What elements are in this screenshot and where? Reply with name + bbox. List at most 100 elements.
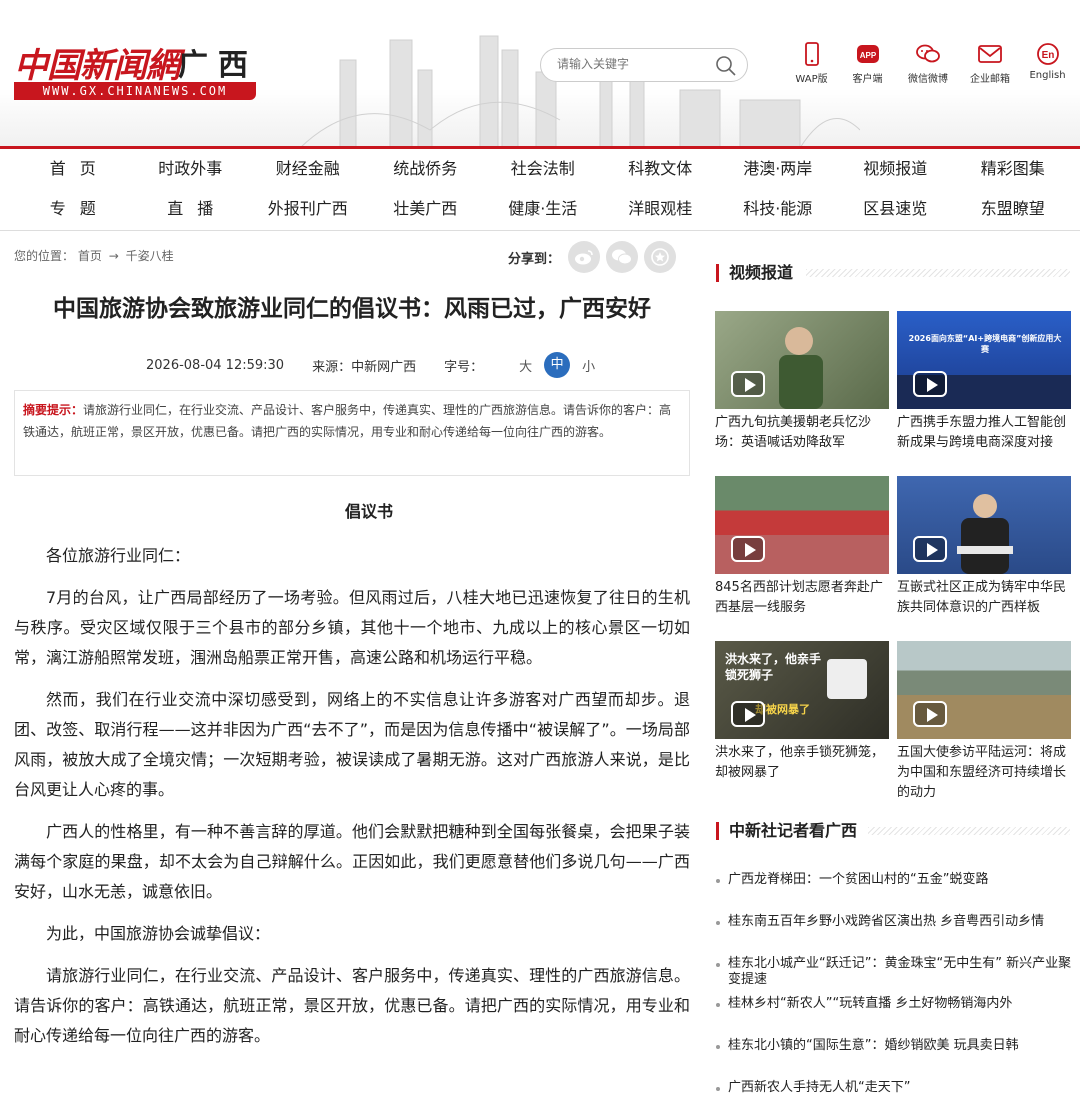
thumbnail-text: 2026面向东盟“AI+跨境电商”创新应用大赛 (908, 334, 1062, 354)
search-input[interactable] (557, 57, 717, 71)
video-thumbnail[interactable] (897, 476, 1071, 574)
wechat-icon (916, 44, 940, 63)
nav-item[interactable]: 财经金融 (249, 157, 367, 181)
video-thumbnail[interactable] (715, 476, 889, 574)
play-icon (731, 701, 765, 727)
wechat-weibo-label: 微信微博 (908, 74, 948, 85)
article-meta: 2026-08-04 12:59:30 来源：中新网广西 字号： 大 中 小 (146, 352, 603, 378)
article-paragraph: 请旅游行业同仁，在行业交流、产品设计、客户服务中，传递真实、理性的广西旅游信息。… (14, 966, 690, 1045)
city-skyline-illustration (300, 35, 860, 148)
nav-item[interactable]: 健康·生活 (484, 197, 602, 221)
nav-item[interactable]: 壮美广西 (367, 197, 485, 221)
nav-row-1: 首页 时政外事 财经金融 统战侨务 社会法制 科教文体 港澳·两岸 视频报道 精… (14, 157, 1074, 181)
video-caption[interactable]: 洪水来了，他亲手锁死狮笼，却被网暴了 (715, 743, 889, 783)
font-size-large-button[interactable]: 大 (519, 356, 532, 375)
video-card[interactable]: 洪水来了，他亲手锁死狮子 却被网暴了 洪水来了，他亲手锁死狮笼，却被网暴了 (715, 641, 889, 783)
svg-text:En: En (1041, 50, 1054, 61)
video-card[interactable]: 广西九旬抗美援朝老兵忆沙场：英语喊话劝降敌军 (715, 311, 889, 453)
weibo-share-button[interactable] (568, 241, 601, 273)
wap-link[interactable]: WAP版 (786, 42, 837, 85)
summary-label: 摘要提示： (23, 403, 84, 417)
list-item[interactable]: 桂林乡村“新农人”“玩转直播 乡土好物畅销海内外 (716, 996, 1076, 1012)
wap-label: WAP版 (795, 74, 828, 85)
font-size-small-button[interactable]: 小 (582, 356, 595, 375)
site-logo[interactable]: 中国新闻網 (14, 38, 180, 87)
nav-item[interactable]: 东盟瞭望 (954, 197, 1072, 221)
video-caption[interactable]: 互嵌式社区正成为铸牢中华民族共同体意识的广西样板 (897, 578, 1071, 618)
article-subheading: 倡议书 (344, 502, 393, 521)
list-item[interactable]: 桂东北小镇的“国际生意”：婚纱销欧美 玩具卖日韩 (716, 1038, 1076, 1054)
video-thumbnail[interactable] (715, 311, 889, 409)
reporter-news-list: 广西龙脊梯田：一个贫困山村的“五金”蜕变路 桂东南五百年乡野小戏跨省区演出热 乡… (716, 872, 1076, 1096)
nav-item[interactable]: 科技·能源 (719, 197, 837, 221)
play-icon (731, 536, 765, 562)
favorite-share-button[interactable] (644, 241, 677, 273)
nav-item[interactable]: 直播 (132, 197, 250, 221)
wechat-icon (612, 249, 633, 265)
article-paragraph: 为此，中国旅游协会诚挚倡议： (46, 924, 271, 943)
video-section-title[interactable]: 视频报道 (716, 264, 793, 282)
search-box (540, 48, 748, 82)
video-card[interactable]: 845名西部计划志愿者奔赴广西基层一线服务 (715, 476, 889, 618)
thumbnail-text: 洪水来了，他亲手锁死狮子 (725, 652, 822, 682)
play-icon (913, 701, 947, 727)
site-header: 中国新闻網 广西 WWW.GX.CHINANEWS.COM WAP版 APP 客… (0, 0, 1080, 148)
summary-text: 请旅游行业同仁，在行业交流、产品设计、客户服务中，传递真实、理性的广西旅游信息。… (23, 403, 672, 439)
list-item[interactable]: 桂东北小城产业“跃迁记”：黄金珠宝“无中生有” 新兴产业聚变提速 (716, 956, 1076, 988)
video-thumbnail[interactable]: 2026面向东盟“AI+跨境电商”创新应用大赛 (897, 311, 1071, 409)
mail-link[interactable]: 企业邮箱 (963, 42, 1017, 85)
article-body: 各位旅游行业同仁： 7月的台风，让广西局部经历了一场考验。但风雨过后，八桂大地已… (14, 541, 690, 1063)
nav-item[interactable]: 科教文体 (602, 157, 720, 181)
english-link[interactable]: En English (1022, 42, 1073, 85)
nav-item[interactable]: 洋眼观桂 (602, 197, 720, 221)
article-title: 中国旅游协会致旅游业同仁的倡议书：风雨已过，广西安好 (53, 296, 651, 322)
section-divider (806, 269, 1070, 277)
nav-item[interactable]: 视频报道 (837, 157, 955, 181)
article-paragraph: 广西人的性格里，有一种不善言辞的厚道。他们会默默把糖种到全国每张餐桌，会把果子装… (14, 822, 690, 901)
site-url-banner: WWW.GX.CHINANEWS.COM (14, 82, 256, 100)
nav-row-2: 专题 直播 外报刊广西 壮美广西 健康·生活 洋眼观桂 科技·能源 区县速览 东… (14, 197, 1074, 221)
video-card[interactable]: 2026面向东盟“AI+跨境电商”创新应用大赛 广西携手东盟力推人工智能创新成果… (897, 311, 1071, 453)
share-label: 分享到： (508, 251, 561, 267)
font-size-switcher: 字号： 大 中 小 (444, 352, 603, 378)
wechat-weibo-link[interactable]: 微信微博 (898, 42, 958, 85)
nav-item[interactable]: 专题 (14, 197, 132, 221)
reporter-section-title[interactable]: 中新社记者看广西 (716, 822, 857, 840)
video-caption[interactable]: 广西携手东盟力推人工智能创新成果与跨境电商深度对接 (897, 413, 1071, 453)
header-tools: WAP版 APP 客户端 微信微博 企业邮箱 En English (786, 42, 1078, 85)
english-label: English (1029, 70, 1066, 81)
list-item[interactable]: 广西新农人手持无人机“走天下” (716, 1080, 1076, 1096)
play-icon (913, 536, 947, 562)
video-caption[interactable]: 845名西部计划志愿者奔赴广西基层一线服务 (715, 578, 889, 618)
wechat-share-button[interactable] (606, 241, 639, 273)
nav-item[interactable]: 社会法制 (484, 157, 602, 181)
video-caption[interactable]: 五国大使参访平陆运河：将成为中国和东盟经济可持续增长的动力 (897, 743, 1071, 803)
breadcrumb-home[interactable]: 首页 (78, 249, 102, 263)
video-card[interactable]: 五国大使参访平陆运河：将成为中国和东盟经济可持续增长的动力 (897, 641, 1071, 803)
nav-item[interactable]: 区县速览 (837, 197, 955, 221)
nav-item[interactable]: 统战侨务 (367, 157, 485, 181)
video-caption[interactable]: 广西九旬抗美援朝老兵忆沙场：英语喊话劝降敌军 (715, 413, 889, 453)
video-thumbnail[interactable] (897, 641, 1071, 739)
breadcrumb-current[interactable]: 千姿八桂 (126, 249, 174, 263)
video-thumbnail[interactable]: 洪水来了，他亲手锁死狮子 却被网暴了 (715, 641, 889, 739)
app-label: 客户端 (852, 74, 883, 85)
font-size-medium-button[interactable]: 中 (544, 352, 571, 378)
app-icon: APP (856, 45, 879, 63)
search-icon[interactable] (715, 55, 737, 77)
breadcrumb-arrow: → (108, 249, 119, 263)
nav-item[interactable]: 精彩图集 (954, 157, 1072, 181)
nav-item[interactable]: 时政外事 (132, 157, 250, 181)
article-source: 来源：中新网广西 (312, 359, 417, 375)
weibo-icon (575, 250, 593, 265)
nav-item[interactable]: 首页 (14, 157, 132, 181)
app-link[interactable]: APP 客户端 (842, 42, 893, 85)
list-item[interactable]: 广西龙脊梯田：一个贫困山村的“五金”蜕变路 (716, 872, 1076, 888)
list-item[interactable]: 桂东南五百年乡野小戏跨省区演出热 乡音粤西引动乡情 (716, 914, 1076, 930)
phone-icon (804, 42, 819, 66)
site-region-logo[interactable]: 广西 (178, 40, 258, 84)
nav-item[interactable]: 港澳·两岸 (719, 157, 837, 181)
video-card[interactable]: 互嵌式社区正成为铸牢中华民族共同体意识的广西样板 (897, 476, 1071, 618)
section-divider (868, 827, 1070, 835)
nav-item[interactable]: 外报刊广西 (249, 197, 367, 221)
